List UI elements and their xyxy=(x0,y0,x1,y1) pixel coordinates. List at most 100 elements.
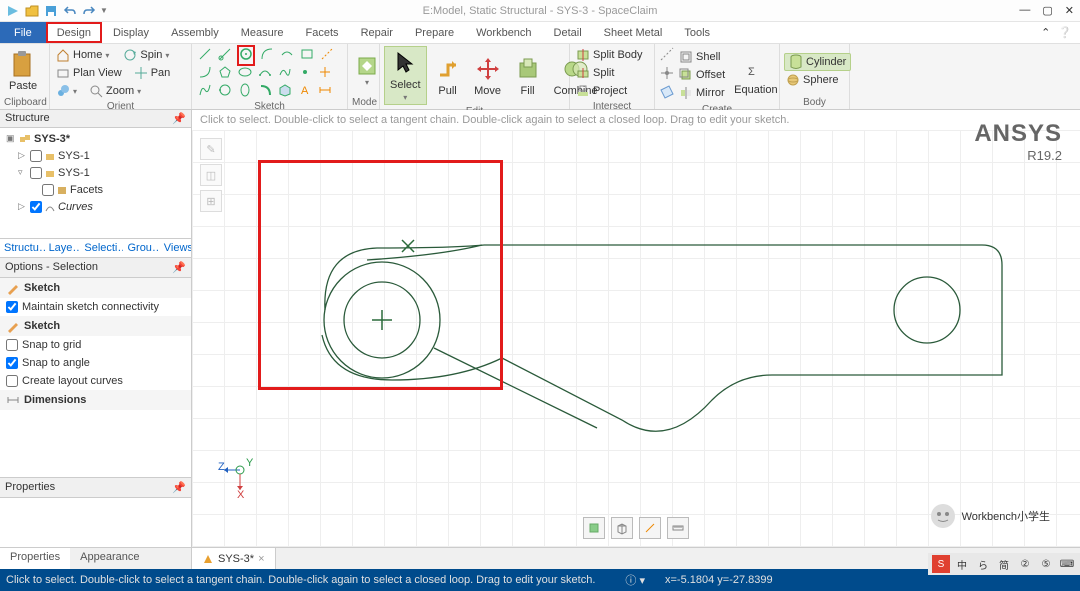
construction-tool[interactable] xyxy=(320,47,334,64)
plan-view-button[interactable]: Plan ViewPan xyxy=(54,64,187,82)
close-button[interactable]: ✕ xyxy=(1065,4,1074,17)
sphere-button[interactable]: Sphere xyxy=(784,71,851,89)
sweep-tool[interactable] xyxy=(258,83,272,100)
view-home-icon[interactable] xyxy=(583,517,605,539)
rect-tool[interactable] xyxy=(300,47,314,64)
spline-tool[interactable] xyxy=(278,65,292,82)
tab-assembly[interactable]: Assembly xyxy=(160,22,230,43)
spline2-tool[interactable] xyxy=(198,83,212,100)
highlight-box xyxy=(258,160,503,390)
tab-design[interactable]: Design xyxy=(46,22,102,43)
mode-button[interactable]: ▾ xyxy=(352,46,382,96)
ellipse2-tool[interactable] xyxy=(238,83,252,100)
tab-selection[interactable]: Selecti… xyxy=(80,239,123,257)
tab-tools[interactable]: Tools xyxy=(673,22,721,43)
tree-item[interactable]: ▷Curves xyxy=(2,198,189,215)
document-tab[interactable]: SYS-3* × xyxy=(192,548,276,569)
tab-prepare[interactable]: Prepare xyxy=(404,22,465,43)
qat-dropdown-icon[interactable]: ▼ xyxy=(100,6,108,15)
tab-workbench[interactable]: Workbench xyxy=(465,22,542,43)
tab-repair[interactable]: Repair xyxy=(350,22,404,43)
tree-item[interactable]: ▿SYS-1 xyxy=(2,164,189,181)
view-sketch-icon[interactable] xyxy=(639,517,661,539)
status-info-icon[interactable]: ⓘ ▾ xyxy=(625,572,645,588)
point-tool2[interactable] xyxy=(659,65,675,84)
axis-tool[interactable] xyxy=(659,46,675,65)
run-icon[interactable] xyxy=(5,3,21,19)
circle-tool[interactable] xyxy=(238,46,254,65)
tray-ime-icon[interactable]: S xyxy=(932,555,950,573)
option-snap-grid[interactable]: Snap to grid xyxy=(0,336,191,354)
dim-tool[interactable] xyxy=(318,83,332,100)
minimize-button[interactable]: — xyxy=(1019,4,1030,17)
orientation-triad[interactable]: ZYX xyxy=(218,452,258,492)
redo-icon[interactable] xyxy=(81,3,97,19)
tab-appearance[interactable]: Appearance xyxy=(70,548,149,569)
select-button[interactable]: Select▾ xyxy=(384,46,427,105)
face-tool[interactable] xyxy=(278,83,292,100)
offset-button[interactable]: Offset xyxy=(677,66,727,84)
tab-detail[interactable]: Detail xyxy=(543,22,593,43)
file-menu[interactable]: File xyxy=(0,22,46,43)
option-snap-angle[interactable]: Snap to angle xyxy=(0,354,191,372)
tab-sheetmetal[interactable]: Sheet Metal xyxy=(593,22,674,43)
tangent-line-tool[interactable] xyxy=(218,47,232,64)
view-ruler-icon[interactable] xyxy=(667,517,689,539)
pull-button[interactable]: Pull xyxy=(429,46,467,105)
panel-pin-icon[interactable]: 📌 xyxy=(172,112,186,125)
equation-button[interactable]: ΣEquation xyxy=(729,46,782,103)
tree-item[interactable]: ▷SYS-1 xyxy=(2,147,189,164)
open-icon[interactable] xyxy=(24,3,40,19)
tray-icon-4[interactable]: ② xyxy=(1016,555,1034,573)
tab-layers[interactable]: Laye… xyxy=(45,239,81,257)
save-icon[interactable] xyxy=(43,3,59,19)
viewport[interactable]: Click to select. Double-click to select … xyxy=(192,110,1080,547)
move-button[interactable]: Move xyxy=(469,46,507,105)
point-tool[interactable] xyxy=(298,65,312,82)
close-tab-icon[interactable]: × xyxy=(258,553,264,565)
tab-groups[interactable]: Grou… xyxy=(123,239,159,257)
tab-structure[interactable]: Structu… xyxy=(0,239,45,257)
tray-keyboard-icon[interactable]: ⌨ xyxy=(1058,555,1076,573)
zoom-button[interactable]: ▾Zoom▾ xyxy=(54,82,187,100)
arc2-tool[interactable] xyxy=(280,47,294,64)
maximize-button[interactable]: ▢ xyxy=(1042,4,1052,17)
splitbody-button[interactable]: Split Body xyxy=(574,46,645,64)
tray-icon-5[interactable]: ⑤ xyxy=(1037,555,1055,573)
ribbon-minimize-icon[interactable]: ⌃ xyxy=(1041,26,1050,39)
help-icon[interactable]: ❔ xyxy=(1058,26,1072,39)
tree-root[interactable]: ▣SYS-3* xyxy=(2,130,189,147)
fill-button[interactable]: Fill xyxy=(509,46,547,105)
undo-icon[interactable] xyxy=(62,3,78,19)
arc-tool[interactable] xyxy=(260,47,274,64)
mirror-button[interactable]: Mirror xyxy=(677,84,727,102)
tab-views[interactable]: Views xyxy=(160,239,191,257)
tab-properties[interactable]: Properties xyxy=(0,548,70,569)
cylinder-button[interactable]: Cylinder xyxy=(784,53,851,71)
text-tool[interactable]: A xyxy=(298,83,312,100)
view-iso-icon[interactable] xyxy=(611,517,633,539)
plane-tool[interactable] xyxy=(659,84,675,103)
tray-simp-icon[interactable]: 简 xyxy=(995,555,1013,573)
option-layout-curves[interactable]: Create layout curves xyxy=(0,372,191,390)
paste-button[interactable]: Paste xyxy=(4,46,42,96)
home-view-button[interactable]: Home▾Spin▾ xyxy=(54,46,187,64)
3pt-arc-tool[interactable] xyxy=(258,65,272,82)
tab-facets[interactable]: Facets xyxy=(295,22,350,43)
poly-tool[interactable] xyxy=(218,65,232,82)
shell-button[interactable]: Shell xyxy=(677,48,727,66)
tangent-arc-tool[interactable] xyxy=(198,65,212,82)
tray-lang-icon[interactable]: 中 xyxy=(953,555,971,573)
project-button[interactable]: Project xyxy=(574,82,645,100)
tree-item[interactable]: Facets xyxy=(2,181,189,198)
split-button[interactable]: Split xyxy=(574,64,645,82)
structure-tree[interactable]: ▣SYS-3* ▷SYS-1 ▿SYS-1 Facets ▷Curves xyxy=(0,128,191,238)
circle3-tool[interactable] xyxy=(218,83,232,100)
ellipse-tool[interactable] xyxy=(238,65,252,82)
line-tool[interactable] xyxy=(198,47,212,64)
tab-display[interactable]: Display xyxy=(102,22,160,43)
tab-measure[interactable]: Measure xyxy=(230,22,295,43)
option-maintain[interactable]: Maintain sketch connectivity xyxy=(0,298,191,316)
tray-kana-icon[interactable]: ら xyxy=(974,555,992,573)
trim-tool[interactable] xyxy=(318,65,332,82)
